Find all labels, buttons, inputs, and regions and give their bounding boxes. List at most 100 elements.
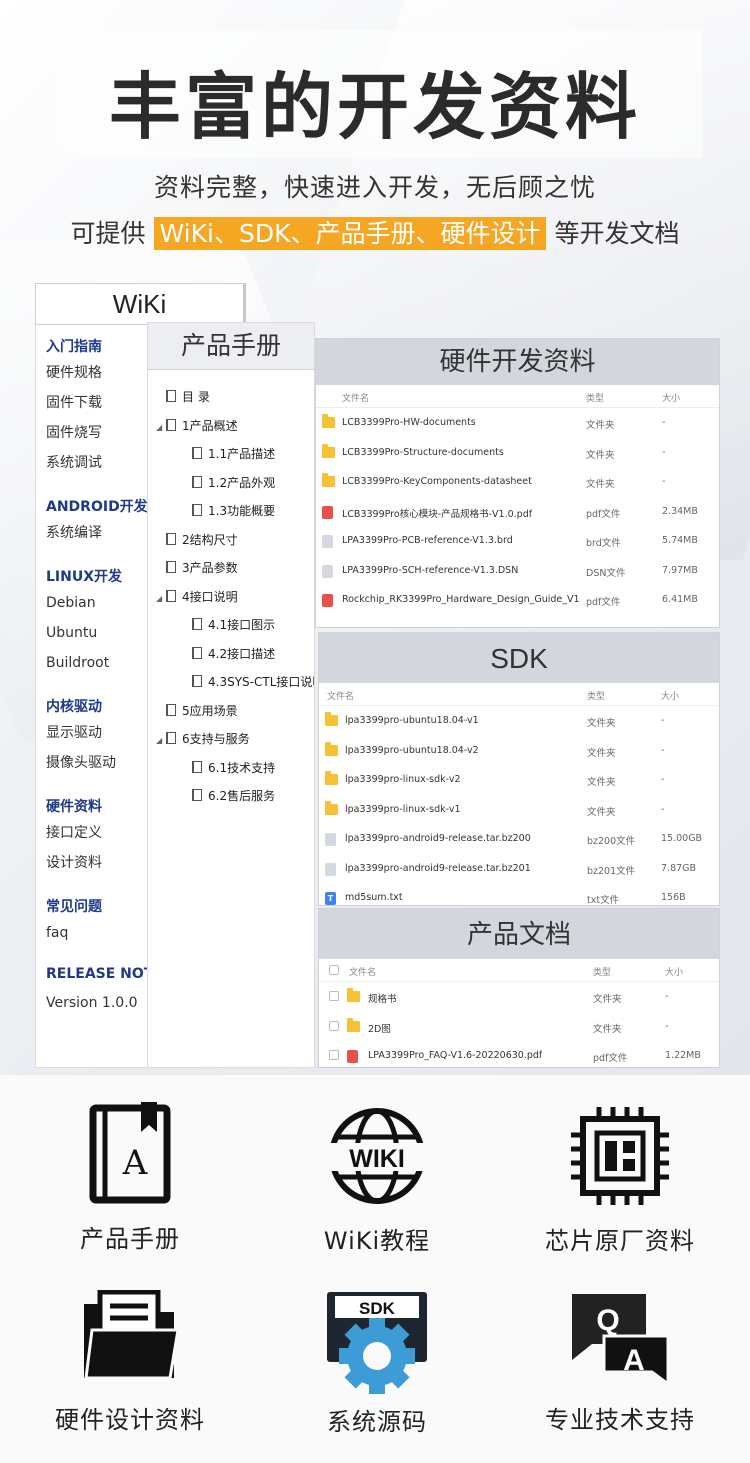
- toc-label: 目 录: [182, 390, 210, 404]
- toc-item[interactable]: 4.1接口图示: [156, 611, 314, 640]
- row-checkbox[interactable]: [329, 1050, 339, 1060]
- file-row[interactable]: LCB3399Pro-Structure-documents 文件夹 -: [316, 438, 719, 468]
- expand-caret-icon[interactable]: ◢: [156, 727, 166, 756]
- file-row[interactable]: lpa3399pro-linux-sdk-v1 文件夹 -: [319, 795, 719, 825]
- wiki-section-heading[interactable]: RELEASE NOTE: [46, 966, 161, 988]
- row-checkbox[interactable]: [329, 1020, 339, 1031]
- file-name[interactable]: lpa3399pro-android9-release.tar.bz200: [345, 833, 531, 844]
- file-row[interactable]: 规格书 文件夹 -: [319, 982, 719, 1012]
- wiki-section-heading[interactable]: ANDROID开发: [46, 496, 161, 518]
- doc-icon: [322, 564, 333, 578]
- toc-item[interactable]: 4.3SYS-CTL接口说明: [156, 668, 314, 697]
- toc-item[interactable]: 3产品参数: [156, 554, 314, 583]
- file-row[interactable]: Tmd5sum.txt txt文件 156B: [319, 883, 719, 906]
- file-name[interactable]: 规格书: [368, 991, 397, 1005]
- file-name[interactable]: LCB3399Pro-HW-documents: [342, 417, 476, 428]
- wiki-nav-item[interactable]: Debian: [46, 588, 161, 618]
- file-row[interactable]: 2D图 文件夹 -: [319, 1012, 719, 1042]
- file-name[interactable]: 2D图: [368, 1021, 391, 1035]
- toc-label: 1.2产品外观: [208, 475, 276, 490]
- wiki-nav-item[interactable]: Version 1.0.0: [46, 988, 161, 1018]
- wiki-section-heading[interactable]: 内核驱动: [46, 696, 161, 718]
- bookmark-icon: [166, 532, 176, 545]
- wiki-nav-item[interactable]: 摄像头驱动: [46, 748, 161, 778]
- file-row[interactable]: LPA3399Pro-PCB-reference-V1.3.brd brd文件 5.…: [316, 526, 719, 556]
- file-row[interactable]: lpa3399pro-android9-release.tar.bz200 bz2…: [319, 824, 719, 854]
- wiki-nav-item[interactable]: 显示驱动: [46, 718, 161, 748]
- toc-item[interactable]: 目 录: [156, 383, 314, 412]
- select-all-checkbox[interactable]: [329, 965, 339, 975]
- wiki-nav-item[interactable]: 系统编译: [46, 518, 161, 548]
- toc-item[interactable]: 1.1产品描述: [156, 440, 314, 469]
- file-row[interactable]: LPA3399Pro_FAQ-V1.6-20220630.pdf pdf文件 1.2…: [319, 1041, 719, 1067]
- file-row[interactable]: LCB3399Pro-KeyComponents-datasheet 文件夹 -: [316, 467, 719, 497]
- file-row[interactable]: lpa3399pro-ubuntu18.04-v2 文件夹 -: [319, 736, 719, 766]
- wiki-nav-item[interactable]: 固件下载: [46, 388, 161, 418]
- col-name: 文件名: [349, 968, 377, 978]
- toc-item[interactable]: 4.2接口描述: [156, 640, 314, 669]
- file-row[interactable]: lpa3399pro-android9-release.tar.bz201 bz2…: [319, 854, 719, 884]
- file-name[interactable]: LPA3399Pro-SCH-reference-V1.3.DSN: [342, 565, 518, 576]
- file-size: -: [661, 715, 665, 726]
- toc-item[interactable]: 1.2产品外观: [156, 469, 314, 498]
- file-row[interactable]: LCB3399Pro-HW-documents 文件夹 -: [316, 408, 719, 438]
- bookmark-icon: [166, 732, 176, 744]
- file-name[interactable]: lpa3399pro-linux-sdk-v2: [345, 774, 461, 785]
- toc-item[interactable]: 6.1技术支持: [156, 754, 314, 783]
- wiki-nav-item[interactable]: faq: [46, 918, 161, 948]
- feature-label: 专业技术支持: [545, 1406, 695, 1434]
- bookmark-icon: [192, 504, 202, 516]
- file-type: txt文件: [587, 895, 620, 906]
- toc-item[interactable]: 6.2售后服务: [156, 782, 314, 811]
- wiki-nav-item[interactable]: 固件烧写: [46, 418, 161, 448]
- file-size: 156B: [661, 892, 686, 903]
- expand-caret-icon[interactable]: ◢: [156, 414, 166, 443]
- file-row[interactable]: LCB3399Pro核心模块-产品规格书-V1.0.pdf pdf文件 2.34MB: [316, 497, 719, 527]
- wiki-nav-item[interactable]: 接口定义: [46, 818, 161, 848]
- file-row[interactable]: lpa3399pro-linux-sdk-v2 文件夹 -: [319, 765, 719, 795]
- file-name[interactable]: md5sum.txt: [345, 892, 403, 903]
- file-row[interactable]: lpa3399pro-ubuntu18.04-v1 文件夹 -: [319, 706, 719, 736]
- file-name[interactable]: LCB3399Pro核心模块-产品规格书-V1.0.pdf: [342, 506, 532, 520]
- wiki-nav-item[interactable]: 硬件规格: [46, 358, 161, 388]
- file-row[interactable]: Rockchip_RK3399Pro_Hardware_Design_Guide…: [316, 585, 719, 615]
- wiki-nav-item[interactable]: Ubuntu: [46, 618, 161, 648]
- toc-item[interactable]: 1.3功能概要: [156, 497, 314, 526]
- wiki-nav-item[interactable]: 设计资料: [46, 848, 161, 878]
- file-type: DSN文件: [586, 567, 626, 579]
- file-row[interactable]: LPA3399Pro-SCH-reference-V1.3.DSN DSN文件 7.…: [316, 556, 719, 586]
- sdk-panel-title: SDK: [319, 633, 719, 683]
- toc-item[interactable]: 5应用场景: [156, 697, 314, 726]
- file-name[interactable]: lpa3399pro-android9-release.tar.bz201: [345, 863, 531, 874]
- file-name[interactable]: LPA3399Pro_FAQ-V1.6-20220630.pdf: [368, 1050, 542, 1061]
- toc-item[interactable]: ◢ 4接口说明: [156, 583, 314, 614]
- wiki-nav-item[interactable]: 系统调试: [46, 448, 161, 478]
- file-type: 文件夹: [593, 994, 622, 1005]
- file-size: 6.41MB: [662, 594, 698, 605]
- wiki-nav-item[interactable]: Buildroot: [46, 648, 161, 678]
- sdk-gear-icon: SDK: [327, 1292, 427, 1394]
- file-name[interactable]: lpa3399pro-ubuntu18.04-v2: [345, 745, 479, 756]
- wiki-section-heading[interactable]: LINUX开发: [46, 566, 161, 588]
- file-name[interactable]: LPA3399Pro-PCB-reference-V1.3.brd: [342, 535, 513, 546]
- wiki-section-heading[interactable]: 常见问题: [46, 896, 161, 918]
- txt-icon: T: [325, 892, 336, 905]
- file-name[interactable]: LCB3399Pro-KeyComponents-datasheet: [342, 476, 532, 487]
- file-name[interactable]: LCB3399Pro-Structure-documents: [342, 447, 504, 458]
- toc-item[interactable]: ◢ 6支持与服务: [156, 725, 314, 756]
- file-type: 文件夹: [587, 806, 616, 818]
- file-name[interactable]: Rockchip_RK3399Pro_Hardware_Design_Guide…: [342, 594, 580, 605]
- file-type: 文件夹: [587, 777, 616, 788]
- toc-item[interactable]: ◢ 1产品概述: [156, 412, 314, 443]
- wiki-section-heading[interactable]: 硬件资料: [46, 796, 161, 818]
- toc-label: 1产品概述: [182, 418, 238, 433]
- col-name: 文件名: [342, 394, 370, 404]
- wiki-section-heading[interactable]: 入门指南: [46, 336, 161, 358]
- pdf-icon: [322, 594, 333, 607]
- file-name[interactable]: lpa3399pro-ubuntu18.04-v1: [345, 715, 479, 726]
- file-name[interactable]: lpa3399pro-linux-sdk-v1: [345, 804, 461, 815]
- expand-caret-icon[interactable]: ◢: [156, 585, 166, 614]
- row-checkbox[interactable]: [329, 991, 339, 1001]
- folder-icon: [325, 712, 338, 726]
- toc-item[interactable]: 2结构尺寸: [156, 526, 314, 555]
